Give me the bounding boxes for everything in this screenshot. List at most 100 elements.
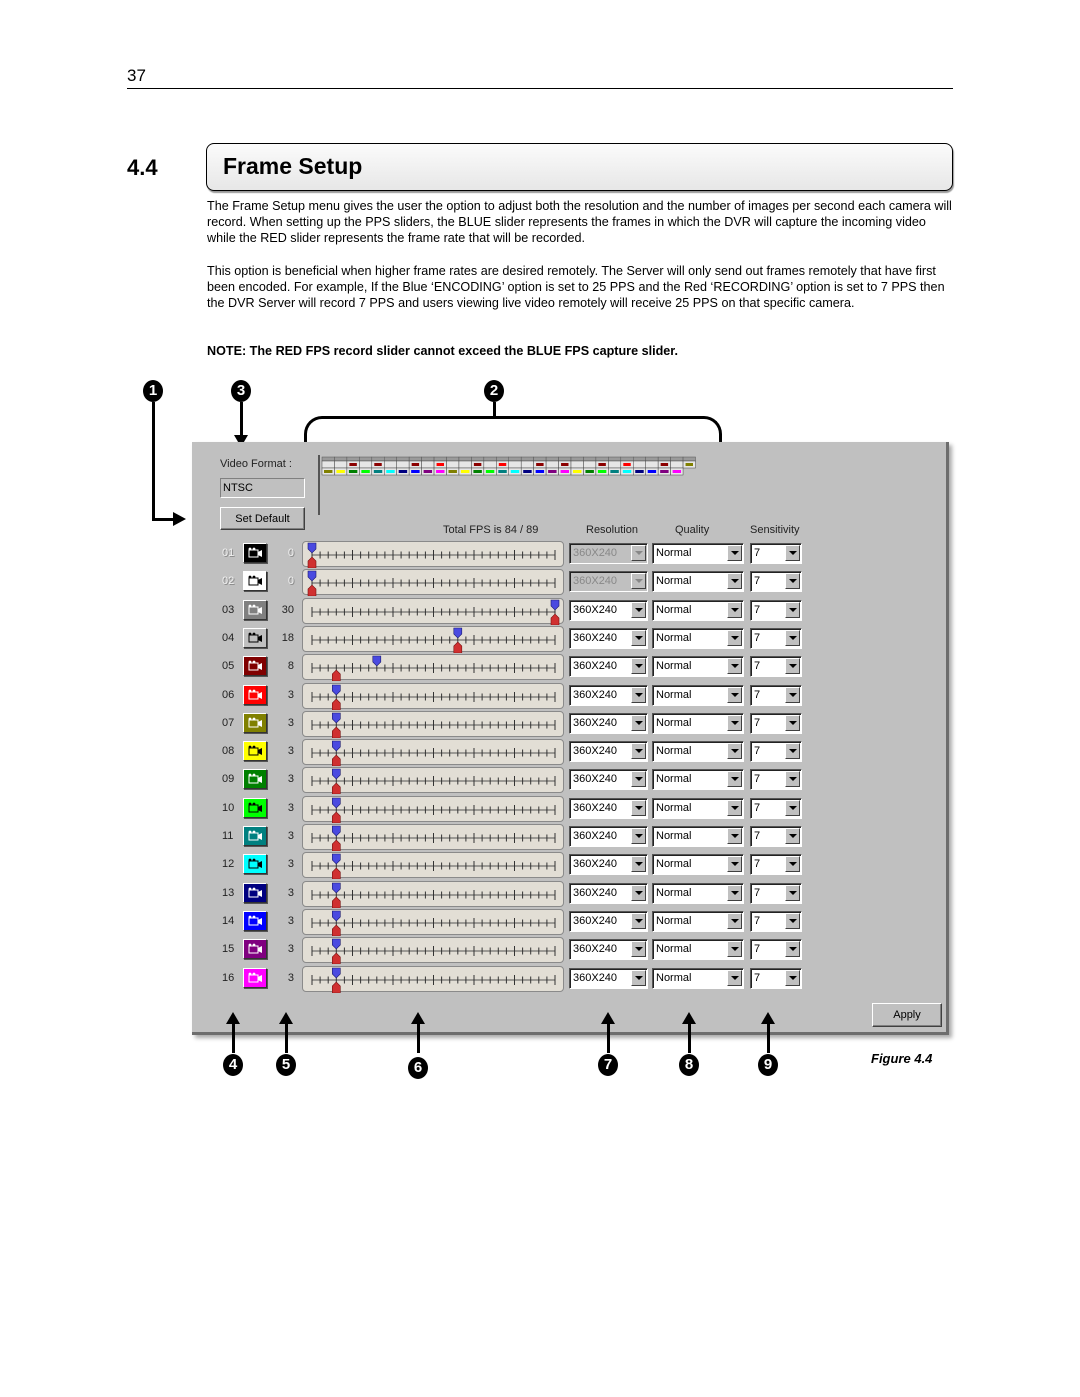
camera-color-button[interactable] [243, 882, 267, 903]
chevron-down-icon[interactable] [785, 686, 800, 703]
quality-dropdown[interactable]: Normal [652, 826, 744, 847]
quality-dropdown[interactable]: Normal [652, 910, 744, 932]
resolution-dropdown[interactable]: 360X240 [569, 939, 648, 961]
fps-slider[interactable] [302, 852, 564, 880]
resolution-dropdown[interactable]: 360X240 [569, 656, 648, 678]
fps-slider[interactable] [302, 739, 564, 767]
camera-color-button[interactable] [243, 826, 267, 846]
sensitivity-dropdown[interactable]: 7 [750, 684, 802, 706]
fps-slider[interactable] [302, 795, 564, 823]
chevron-down-icon[interactable] [785, 884, 800, 901]
chevron-down-icon[interactable] [631, 856, 646, 873]
quality-dropdown[interactable]: Normal [652, 882, 744, 904]
fps-slider[interactable] [302, 597, 564, 625]
fps-slider[interactable] [302, 654, 564, 682]
chevron-down-icon[interactable] [785, 771, 800, 788]
chevron-down-icon[interactable] [727, 941, 742, 958]
chevron-down-icon[interactable] [785, 941, 800, 958]
chevron-down-icon[interactable] [631, 941, 646, 958]
fps-slider[interactable] [302, 541, 564, 568]
fps-slider[interactable] [302, 682, 564, 710]
set-default-button[interactable]: Set Default [220, 507, 305, 530]
chevron-down-icon[interactable] [727, 771, 742, 788]
chevron-down-icon[interactable] [727, 573, 742, 590]
resolution-dropdown[interactable]: 360X240 [569, 684, 648, 706]
chevron-down-icon[interactable] [727, 601, 742, 618]
fps-slider[interactable] [302, 824, 564, 851]
camera-color-button[interactable] [243, 741, 267, 762]
sensitivity-dropdown[interactable]: 7 [750, 543, 802, 564]
resolution-dropdown[interactable]: 360X240 [569, 967, 648, 989]
fps-slider[interactable] [302, 937, 564, 965]
sensitivity-dropdown[interactable]: 7 [750, 571, 802, 593]
chevron-down-icon[interactable] [631, 601, 646, 618]
chevron-down-icon[interactable] [631, 771, 646, 788]
sensitivity-dropdown[interactable]: 7 [750, 939, 802, 961]
quality-dropdown[interactable]: Normal [652, 599, 744, 621]
chevron-down-icon[interactable] [727, 686, 742, 703]
resolution-dropdown[interactable]: 360X240 [569, 599, 648, 621]
sensitivity-dropdown[interactable]: 7 [750, 797, 802, 819]
chevron-down-icon[interactable] [785, 714, 800, 731]
chevron-down-icon[interactable] [727, 884, 742, 901]
camera-color-button[interactable] [243, 599, 267, 620]
resolution-dropdown[interactable]: 360X240 [569, 712, 648, 734]
chevron-down-icon[interactable] [727, 545, 742, 561]
chevron-down-icon[interactable] [631, 573, 646, 590]
sensitivity-dropdown[interactable]: 7 [750, 656, 802, 678]
quality-dropdown[interactable]: Normal [652, 854, 744, 876]
camera-color-button[interactable] [243, 854, 267, 875]
camera-color-button[interactable] [243, 543, 267, 563]
quality-dropdown[interactable]: Normal [652, 543, 744, 564]
camera-color-button[interactable] [243, 712, 267, 733]
camera-color-button[interactable] [243, 684, 267, 705]
quality-dropdown[interactable]: Normal [652, 939, 744, 961]
chevron-down-icon[interactable] [631, 545, 646, 561]
camera-color-button[interactable] [243, 627, 267, 648]
quality-dropdown[interactable]: Normal [652, 769, 744, 791]
chevron-down-icon[interactable] [727, 714, 742, 731]
resolution-dropdown[interactable]: 360X240 [569, 910, 648, 932]
chevron-down-icon[interactable] [785, 828, 800, 844]
resolution-dropdown[interactable]: 360X240 [569, 741, 648, 763]
camera-color-button[interactable] [243, 910, 267, 931]
resolution-dropdown[interactable]: 360X240 [569, 882, 648, 904]
fps-slider[interactable] [302, 569, 564, 597]
chevron-down-icon[interactable] [785, 969, 800, 986]
camera-color-button[interactable] [243, 656, 267, 677]
chevron-down-icon[interactable] [785, 799, 800, 816]
chevron-down-icon[interactable] [785, 629, 800, 646]
chevron-down-icon[interactable] [727, 969, 742, 986]
fps-slider[interactable] [302, 965, 564, 993]
chevron-down-icon[interactable] [727, 912, 742, 929]
chevron-down-icon[interactable] [727, 629, 742, 646]
chevron-down-icon[interactable] [727, 658, 742, 675]
chevron-down-icon[interactable] [727, 743, 742, 760]
chevron-down-icon[interactable] [785, 912, 800, 929]
camera-color-button[interactable] [243, 769, 267, 790]
chevron-down-icon[interactable] [727, 799, 742, 816]
chevron-down-icon[interactable] [631, 743, 646, 760]
chevron-down-icon[interactable] [631, 912, 646, 929]
chevron-down-icon[interactable] [631, 629, 646, 646]
chevron-down-icon[interactable] [631, 714, 646, 731]
chevron-down-icon[interactable] [631, 884, 646, 901]
resolution-dropdown[interactable]: 360X240 [569, 797, 648, 819]
resolution-dropdown[interactable]: 360X240 [569, 854, 648, 876]
fps-slider[interactable] [302, 710, 564, 738]
resolution-dropdown[interactable]: 360X240 [569, 769, 648, 791]
fps-slider[interactable] [302, 625, 564, 653]
chevron-down-icon[interactable] [727, 828, 742, 844]
resolution-dropdown[interactable]: 360X240 [569, 627, 648, 649]
chevron-down-icon[interactable] [785, 601, 800, 618]
sensitivity-dropdown[interactable]: 7 [750, 741, 802, 763]
chevron-down-icon[interactable] [785, 856, 800, 873]
fps-slider[interactable] [302, 880, 564, 908]
sensitivity-dropdown[interactable]: 7 [750, 882, 802, 904]
sensitivity-dropdown[interactable]: 7 [750, 769, 802, 791]
chevron-down-icon[interactable] [785, 658, 800, 675]
chevron-down-icon[interactable] [631, 658, 646, 675]
apply-button[interactable]: Apply [872, 1003, 942, 1027]
sensitivity-dropdown[interactable]: 7 [750, 599, 802, 621]
quality-dropdown[interactable]: Normal [652, 571, 744, 593]
